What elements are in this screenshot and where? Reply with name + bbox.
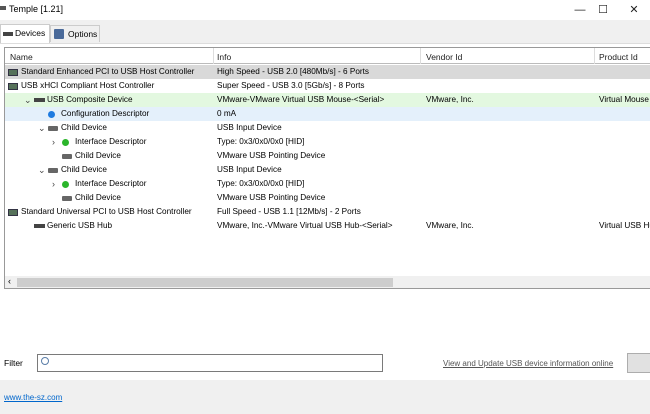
pci-controller-icon	[8, 83, 18, 90]
cell-vendor: VMware, Inc.	[426, 95, 474, 104]
usb-plug-icon	[3, 32, 13, 36]
tree-row[interactable]: Standard Enhanced PCI to USB Host Contro…	[5, 65, 650, 79]
cell-info: VMware, Inc.-VMware Virtual USB Hub-<Ser…	[217, 221, 393, 230]
tree-row[interactable]: › Interface Descriptor Type: 0x3/0x0/0x0 […	[5, 177, 650, 191]
pci-controller-icon	[8, 69, 18, 76]
tab-devices[interactable]: Devices	[0, 24, 51, 43]
column-vendor-id[interactable]: Vendor Id	[426, 52, 462, 62]
tree-row[interactable]: USB xHCI Compliant Host Controller Super …	[5, 79, 650, 93]
usb-plug-icon	[34, 98, 45, 102]
cell-name: Child Device	[61, 165, 107, 174]
options-icon	[54, 29, 64, 39]
filter-label: Filter	[4, 358, 23, 368]
horizontal-scrollbar[interactable]: ‹	[5, 276, 650, 288]
chevron-down-icon[interactable]: ⌄	[38, 121, 46, 135]
tree-row[interactable]: ⌄ Child Device USB Input Device	[5, 121, 650, 135]
tree-row[interactable]: Child Device VMware USB Pointing Device	[5, 149, 650, 163]
tree-row[interactable]: › Interface Descriptor Type: 0x3/0x0/0x0 […	[5, 135, 650, 149]
green-dot-icon	[62, 139, 69, 146]
footer: www.the-sz.com	[0, 380, 650, 414]
keyboard-icon	[48, 168, 58, 173]
device-tree-list[interactable]: Name Info Vendor Id Product Id Standard …	[4, 47, 650, 289]
tab-options[interactable]: Options	[50, 25, 100, 42]
keyboard-icon	[48, 126, 58, 131]
cell-name: Child Device	[75, 151, 121, 160]
cell-name: Generic USB Hub	[47, 221, 113, 230]
title-bar: Temple [1.21] — ☐ ✕	[0, 0, 650, 20]
filter-input[interactable]	[37, 354, 383, 372]
chevron-right-icon[interactable]: ›	[52, 177, 55, 191]
tree-row[interactable]: Child Device VMware USB Pointing Device	[5, 191, 650, 205]
app-icon	[0, 6, 6, 10]
cell-info: High Speed - USB 2.0 [480Mb/s] - 6 Ports	[217, 67, 369, 76]
cell-info: VMware USB Pointing Device	[217, 151, 326, 160]
cell-name: Interface Descriptor	[75, 179, 147, 188]
cell-info: USB Input Device	[217, 123, 282, 132]
green-dot-icon	[62, 181, 69, 188]
column-info[interactable]: Info	[217, 52, 231, 62]
column-header: Name Info Vendor Id Product Id	[5, 48, 650, 64]
cell-name: Standard Universal PCI to USB Host Contr…	[21, 207, 192, 216]
hub-icon	[34, 224, 45, 228]
cell-name: USB Composite Device	[47, 95, 133, 104]
pci-controller-icon	[8, 209, 18, 216]
chevron-down-icon[interactable]: ⌄	[24, 93, 32, 107]
column-name[interactable]: Name	[10, 52, 33, 62]
cell-name: USB xHCI Compliant Host Controller	[21, 81, 155, 90]
search-icon	[41, 357, 49, 365]
cell-info: Type: 0x3/0x0/0x0 [HID]	[217, 179, 305, 188]
tab-devices-label: Devices	[15, 28, 46, 38]
cell-info: Super Speed - USB 3.0 [5Gb/s] - 8 Ports	[217, 81, 365, 90]
action-button[interactable]	[627, 353, 650, 373]
keyboard-icon	[62, 196, 72, 201]
cell-name: Configuration Descriptor	[61, 109, 150, 118]
column-product-id[interactable]: Product Id	[599, 52, 638, 62]
cell-product: Virtual USB Hu	[599, 221, 650, 230]
tree-row[interactable]: Configuration Descriptor 0 mA	[5, 107, 650, 121]
tree-row[interactable]: Standard Universal PCI to USB Host Contr…	[5, 205, 650, 219]
cell-vendor: VMware, Inc.	[426, 221, 474, 230]
window-title: Temple [1.21]	[9, 4, 64, 14]
tree-row[interactable]: ⌄ USB Composite Device VMware-VMware Virtu…	[5, 93, 650, 107]
cell-info: Type: 0x3/0x0/0x0 [HID]	[217, 137, 305, 146]
cell-name: Child Device	[61, 123, 107, 132]
online-info-link[interactable]: View and Update USB device information o…	[443, 359, 613, 368]
cell-info: USB Input Device	[217, 165, 282, 174]
cell-info: Full Speed - USB 1.1 [12Mb/s] - 2 Ports	[217, 207, 361, 216]
website-link[interactable]: www.the-sz.com	[4, 393, 62, 402]
cell-info: VMware-VMware Virtual USB Mouse-<Serial>	[217, 95, 385, 104]
tab-bar: Devices Options	[0, 20, 650, 44]
keyboard-icon	[62, 154, 72, 159]
tree-row[interactable]: ⌄ Child Device USB Input Device	[5, 163, 650, 177]
cell-info: 0 mA	[217, 109, 237, 118]
cell-name: Child Device	[75, 193, 121, 202]
maximize-button[interactable]: ☐	[588, 2, 618, 18]
cell-name: Standard Enhanced PCI to USB Host Contro…	[21, 67, 195, 76]
tree-row[interactable]: Generic USB Hub VMware, Inc.-VMware Virtu…	[5, 219, 650, 233]
close-button[interactable]: ✕	[619, 2, 649, 18]
chevron-down-icon[interactable]: ⌄	[38, 163, 46, 177]
scroll-left-arrow[interactable]: ‹	[8, 276, 11, 286]
chevron-right-icon[interactable]: ›	[52, 135, 55, 149]
blue-dot-icon	[48, 111, 55, 118]
cell-name: Interface Descriptor	[75, 137, 147, 146]
cell-info: VMware USB Pointing Device	[217, 193, 326, 202]
scrollbar-thumb[interactable]	[17, 278, 393, 287]
cell-product: Virtual Mouse	[599, 95, 649, 104]
tab-options-label: Options	[68, 29, 98, 39]
